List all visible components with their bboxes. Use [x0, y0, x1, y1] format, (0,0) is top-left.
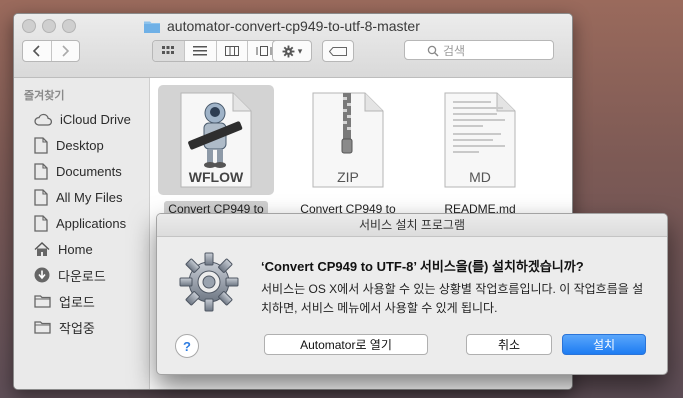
icon-view-button[interactable]	[153, 41, 184, 61]
cancel-button[interactable]: 취소	[466, 334, 552, 355]
file-badge: MD	[469, 169, 491, 185]
sidebar-item-uploads[interactable]: 업로드	[34, 291, 95, 311]
home-icon	[34, 241, 50, 256]
minimize-window-button[interactable]	[42, 19, 56, 33]
cover-flow-icon	[256, 46, 272, 56]
open-in-automator-button[interactable]: Automator로 열기	[264, 334, 428, 355]
file-item-wflow[interactable]: WFLOW Convert CP949 to	[158, 85, 274, 218]
install-button[interactable]: 설치	[562, 334, 646, 355]
close-window-button[interactable]	[22, 19, 36, 33]
zip-file-icon: ZIP	[312, 92, 384, 188]
sidebar-item-label: Desktop	[56, 137, 104, 153]
document-icon	[34, 136, 48, 154]
window-title: automator-convert-cp949-to-utf-8-master	[144, 17, 420, 35]
sidebar-item-label: 다운로드	[58, 268, 106, 284]
back-button[interactable]	[23, 41, 51, 61]
file-thumbnail: MD	[422, 85, 538, 195]
sidebar-item-documents[interactable]: Documents	[34, 161, 122, 181]
finder-toolbar: automator-convert-cp949-to-utf-8-master	[14, 14, 572, 78]
sidebar-item-label: 업로드	[59, 294, 95, 310]
list-view-icon	[193, 46, 208, 56]
action-menu-button[interactable]: ▾	[272, 40, 312, 62]
dialog-heading: ‘Convert CP949 to UTF-8’ 서비스을(를) 설치하겠습니까…	[261, 259, 584, 274]
tag-icon	[329, 46, 347, 56]
view-mode-group	[152, 40, 280, 62]
sidebar-item-all-my-files[interactable]: All My Files	[34, 187, 122, 207]
sidebar-item-icloud-drive[interactable]: iCloud Drive	[34, 109, 131, 129]
sidebar-item-label: Documents	[56, 163, 122, 179]
sidebar-item-work-in-progress[interactable]: 작업중	[34, 317, 95, 337]
sidebar-item-label: 작업중	[59, 320, 95, 336]
search-placeholder: 검색	[443, 43, 466, 58]
document-icon	[34, 214, 48, 232]
sidebar-header: 즐겨찾기	[24, 90, 65, 102]
sidebar-item-home[interactable]: Home	[34, 239, 93, 259]
file-item-zip[interactable]: ZIP Convert CP949 to	[290, 85, 406, 218]
chevron-down-icon: ▾	[297, 45, 303, 56]
list-view-button[interactable]	[183, 41, 216, 61]
zoom-window-button[interactable]	[62, 19, 76, 33]
service-installer-dialog: 서비스 설치 프로그램 ‘Convert CP949 to UTF-8’ 서비스…	[156, 213, 668, 375]
sidebar-item-label: All My Files	[56, 189, 123, 205]
chevron-left-icon	[32, 45, 40, 57]
help-button[interactable]: ?	[175, 334, 199, 358]
sidebar-item-label: iCloud Drive	[60, 111, 131, 127]
chevron-right-icon	[62, 45, 70, 57]
folder-icon	[144, 21, 160, 33]
window-title-text: automator-convert-cp949-to-utf-8-master	[167, 18, 420, 34]
sidebar-item-label: Applications	[56, 215, 127, 231]
automator-robot-icon: WFLOW	[180, 92, 252, 188]
file-thumbnail: WFLOW	[158, 85, 274, 195]
sidebar: 즐겨찾기 iCloud Drive Desktop Documents All …	[14, 78, 150, 389]
question-icon: ?	[183, 338, 191, 354]
gear-icon	[282, 45, 295, 57]
icon-view-icon	[162, 46, 175, 54]
forward-button[interactable]	[50, 41, 80, 61]
sidebar-item-downloads[interactable]: 다운로드	[34, 265, 106, 285]
dialog-title: 서비스 설치 프로그램	[157, 214, 667, 237]
dialog-message: 서비스는 OS X에서 사용할 수 있는 상황별 작업흐름입니다. 이 작업흐름…	[261, 282, 644, 315]
folder-icon	[34, 321, 51, 334]
cloud-icon	[34, 113, 52, 126]
download-icon	[34, 267, 50, 283]
folder-icon	[34, 295, 51, 308]
gear-icon	[179, 252, 239, 312]
tag-button[interactable]	[322, 40, 354, 62]
sidebar-item-desktop[interactable]: Desktop	[34, 135, 104, 155]
file-thumbnail: ZIP	[290, 85, 406, 195]
column-view-button[interactable]	[215, 41, 248, 61]
file-badge: WFLOW	[189, 169, 244, 185]
document-icon	[34, 188, 48, 206]
search-icon	[427, 45, 439, 57]
markdown-file-icon: MD	[444, 92, 516, 188]
file-item-readme[interactable]: MD README.md	[422, 85, 538, 218]
file-badge: ZIP	[337, 169, 359, 185]
document-icon	[34, 162, 48, 180]
history-nav	[22, 40, 80, 62]
sidebar-item-applications[interactable]: Applications	[34, 213, 126, 233]
search-field[interactable]: 검색	[404, 40, 554, 60]
sidebar-item-label: Home	[58, 241, 93, 257]
column-view-icon	[224, 46, 239, 56]
